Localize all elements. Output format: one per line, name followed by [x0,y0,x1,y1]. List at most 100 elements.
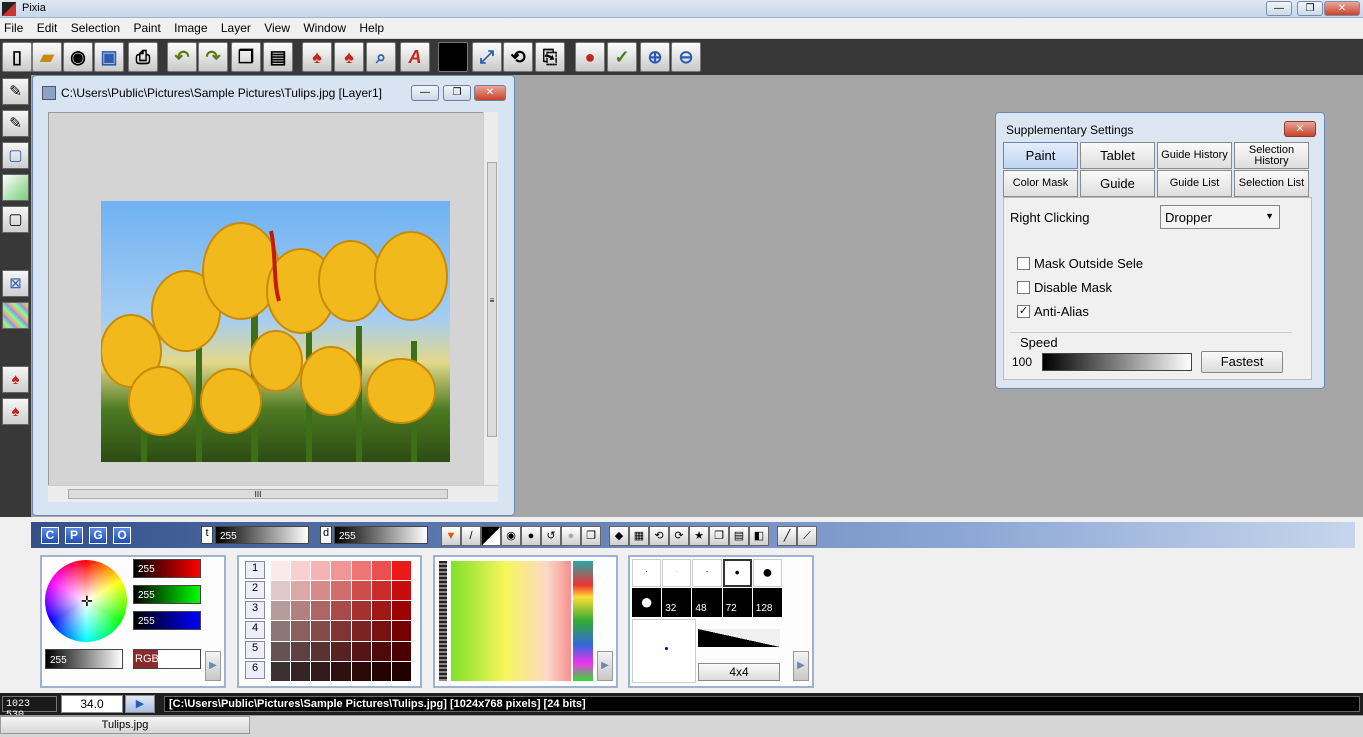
eraser-icon[interactable]: ◆ [609,526,629,546]
vertical-scrollbar[interactable]: ≡ [483,112,498,487]
t-slider[interactable]: 255 [215,526,309,544]
speed-slider[interactable] [1042,353,1192,371]
d-slider[interactable]: 255 [334,526,428,544]
menu-view[interactable]: View [260,18,294,35]
check-edit-icon[interactable]: ✓ [607,42,637,72]
brush-size-72[interactable]: 72 [722,587,752,617]
undo-icon[interactable]: ↶ [167,42,197,72]
swatch-row-5[interactable]: 5 [245,641,265,659]
tab-color-mask[interactable]: Color Mask [1003,170,1078,197]
brush-small-icon[interactable]: ╱ [777,526,797,546]
text-tool-icon[interactable]: A [400,42,430,72]
swatch-row-3[interactable]: 3 [245,601,265,619]
swatch-row-2[interactable]: 2 [245,581,265,599]
swatch-row-6[interactable]: 6 [245,661,265,679]
swatch-row-4[interactable]: 4 [245,621,265,639]
camera-icon[interactable]: ◉ [63,42,93,72]
rgb-mode-field[interactable]: RGB [133,649,201,669]
gradient-next-button[interactable]: ▶ [597,651,613,681]
layers-icon[interactable]: ❐ [581,526,601,546]
deselect-icon[interactable]: ⊠ [2,270,29,297]
menu-layer[interactable]: Layer [217,18,255,35]
menu-image[interactable]: Image [170,18,211,35]
rotate-right-icon[interactable]: ⟳ [669,526,689,546]
gray-circle-icon[interactable]: ● [561,526,581,546]
zoom-out-icon[interactable]: ⊖ [671,42,701,72]
bucket-fill-alt-icon[interactable]: ♠ [334,42,364,72]
transform-icon[interactable]: ⤢ [472,42,502,72]
brush-pressure-curve[interactable] [698,629,780,647]
mask-outside-checkbox[interactable] [1017,257,1030,270]
menu-window[interactable]: Window [299,18,350,35]
open-folder-icon[interactable]: ▰ [32,42,62,72]
mode-g-button[interactable]: G [89,527,107,544]
pen-icon[interactable]: ✎ [2,78,29,105]
anti-alias-checkbox[interactable]: ✓ [1017,305,1030,318]
tulips-image[interactable] [101,201,450,462]
pen-small-icon[interactable]: ⟋ [797,526,817,546]
tab-guide[interactable]: Guide [1080,170,1155,197]
save-icon[interactable]: ▣ [94,42,124,72]
pattern-icon[interactable] [2,302,29,329]
close-button[interactable]: ✕ [1324,1,1360,16]
menu-file[interactable]: File [0,18,27,35]
bucket-icon[interactable]: ◧ [749,526,769,546]
swatch-grid[interactable] [271,561,411,681]
tab-guide-list[interactable]: Guide List [1157,170,1232,197]
tab-paint[interactable]: Paint [1003,142,1078,169]
gradient-field[interactable] [451,561,571,681]
brush-size-32[interactable]: 32 [662,587,692,617]
layer-copy-icon[interactable]: ⎘ [535,42,565,72]
brush-grid[interactable]: · · · • ● ● 32 48 72 128 [632,559,782,617]
image-close-button[interactable]: ✕ [474,85,506,101]
clipboard-icon[interactable]: ▤ [263,42,293,72]
image-restore-button[interactable]: ❐ [443,85,471,101]
tab-guide-history[interactable]: Guide History [1157,142,1232,169]
speech-icon[interactable]: ● [521,526,541,546]
gray-slider[interactable]: 255 [45,649,123,669]
right-clicking-select[interactable]: Dropper ▼ [1160,205,1280,229]
menu-selection[interactable]: Selection [67,18,124,35]
blue-slider[interactable]: 255 [133,611,201,630]
tab-selection-list[interactable]: Selection List [1234,170,1309,197]
swatch-row-1[interactable]: 1 [245,561,265,579]
bucket-fill-icon[interactable]: ♠ [302,42,332,72]
minimize-button[interactable]: — [1266,1,1292,16]
zoom-field[interactable]: 34.0 [61,695,123,713]
globe-icon[interactable]: ● [575,42,605,72]
color-wheel[interactable]: ✛ [45,560,127,642]
fill-alt-icon[interactable]: ♠ [2,398,29,425]
circle-dot-icon[interactable]: ◉ [501,526,521,546]
green-slider[interactable]: 255 [133,585,201,604]
rotate-left-icon[interactable]: ⟲ [649,526,669,546]
rect-select-icon[interactable]: ▢ [2,142,29,169]
tab-tablet[interactable]: Tablet [1080,142,1155,169]
new-file-icon[interactable]: ▯ [2,42,32,72]
rotate-icon[interactable]: ↺ [541,526,561,546]
zoom-in-icon[interactable]: ⊕ [640,42,670,72]
cone-icon[interactable]: ▼ [441,526,461,546]
menu-help[interactable]: Help [355,18,388,35]
mode-c-button[interactable]: C [41,527,59,544]
redo-icon[interactable]: ↷ [198,42,228,72]
brush-size-48[interactable]: 48 [692,587,722,617]
menu-paint[interactable]: Paint [129,18,164,35]
pencil-icon[interactable]: / [461,526,481,546]
lasso-icon[interactable]: ⟲ [503,42,533,72]
tab-selection-history[interactable]: Selection History [1234,142,1309,169]
copy-icon[interactable]: ❐ [709,526,729,546]
bw-swap-icon[interactable] [481,526,501,546]
vertical-scroll-thumb[interactable]: ≡ [487,162,497,437]
mode-o-button[interactable]: O [113,527,131,544]
gradient-ruler[interactable] [439,561,447,681]
image-minimize-button[interactable]: — [411,85,439,101]
fastest-button[interactable]: Fastest [1201,351,1283,373]
magnifier-icon[interactable]: ⌕ [366,42,396,72]
copy-layer-icon[interactable]: ❐ [231,42,261,72]
brush-icon[interactable]: ✎ [2,110,29,137]
red-slider[interactable]: 255 [133,559,201,578]
gradient-presets[interactable] [573,561,593,681]
horizontal-scrollbar[interactable]: III [48,485,498,502]
color-swatch-icon[interactable] [438,42,468,72]
supplementary-close-button[interactable]: ✕ [1284,121,1316,137]
